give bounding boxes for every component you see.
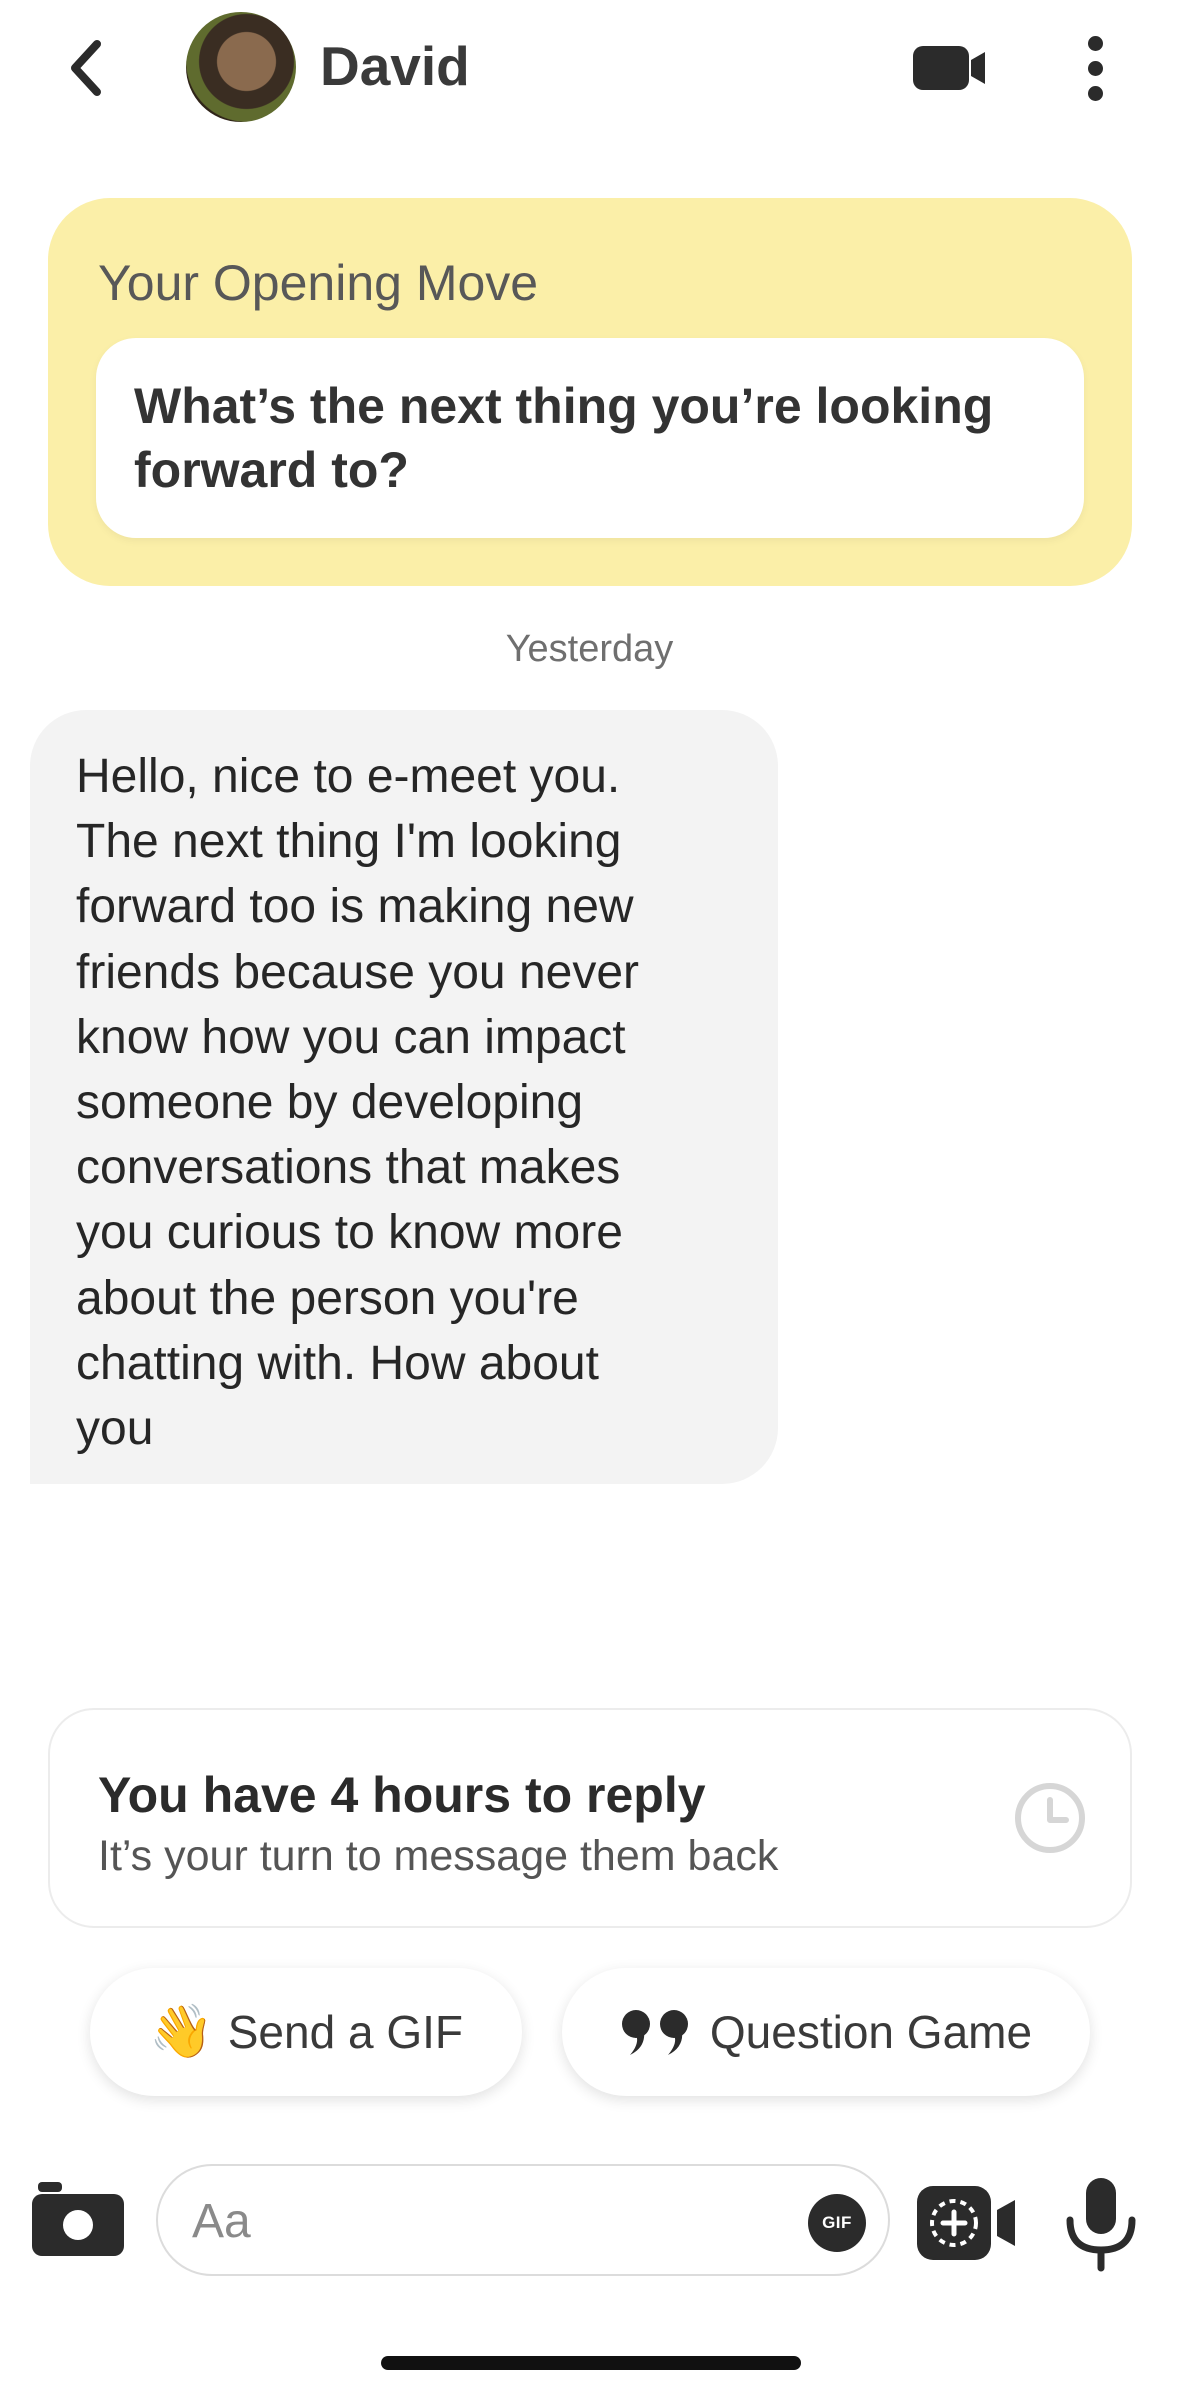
message-bubble[interactable]: Hello, nice to e-meet you. The next thin… xyxy=(30,710,778,1484)
camera-icon xyxy=(32,2182,124,2256)
message-line: friends because you never xyxy=(76,945,640,999)
send-gif-button[interactable]: 👋 Send a GIF xyxy=(90,1968,522,2096)
video-camera-icon xyxy=(913,46,985,90)
contact-name[interactable]: David xyxy=(320,34,470,98)
reply-timer-subtitle: It’s your turn to message them back xyxy=(98,1832,779,1880)
chat-header: David xyxy=(0,0,1179,140)
opening-move-question: What’s the next thing you’re looking for… xyxy=(134,378,994,498)
waving-hand-icon: 👋 xyxy=(149,2003,214,2061)
reply-timer-card: You have 4 hours to reply It’s your turn… xyxy=(48,1708,1132,1928)
message-line: The next thing I'm looking xyxy=(76,815,622,869)
message-line: know how you can impact xyxy=(76,1010,626,1064)
message-text: Hello, nice to e-meet you. The next thin… xyxy=(76,744,766,1461)
message-line: about the person you're xyxy=(76,1271,579,1325)
more-vertical-icon-dot xyxy=(1087,85,1103,101)
home-indicator xyxy=(381,2356,801,2370)
more-vertical-icon-dot xyxy=(1087,60,1103,76)
message-line: conversations that makes xyxy=(76,1141,621,1195)
quote-icon xyxy=(621,2010,688,2055)
message-line: you xyxy=(76,1402,154,1456)
date-divider: Yesterday xyxy=(505,628,674,670)
reply-timer-title: You have 4 hours to reply xyxy=(98,1767,706,1823)
send-gif-label: Send a GIF xyxy=(227,2006,463,2058)
message-line: forward too is making new xyxy=(76,880,634,934)
message-line: you curious to know more xyxy=(76,1206,623,1260)
message-line: chatting with. How about xyxy=(76,1336,599,1390)
clock-icon xyxy=(1015,1783,1085,1853)
chevron-left-icon xyxy=(71,40,101,96)
message-line: Hello, nice to e-meet you. xyxy=(76,750,621,803)
opening-move-title: Your Opening Move xyxy=(98,255,539,311)
camera-button[interactable] xyxy=(30,2180,126,2260)
microphone-button[interactable] xyxy=(1060,2176,1142,2272)
back-button[interactable] xyxy=(50,28,120,108)
avatar[interactable] xyxy=(186,12,296,122)
message-input[interactable]: GIF xyxy=(156,2164,890,2276)
video-note-icon xyxy=(917,2186,1015,2260)
microphone-icon xyxy=(1066,2178,1136,2272)
video-note-button[interactable] xyxy=(915,2180,1027,2266)
message-text-field[interactable] xyxy=(192,2184,732,2258)
question-game-label: Question Game xyxy=(709,2006,1033,2058)
question-game-button[interactable]: Question Game xyxy=(562,1968,1090,2096)
message-line: someone by developing xyxy=(76,1076,584,1130)
opening-move-question-box: What’s the next thing you’re looking for… xyxy=(96,338,1084,538)
more-options-button[interactable] xyxy=(1070,30,1120,106)
opening-move-card: Your Opening Move What’s the next thing … xyxy=(48,198,1132,586)
video-call-button[interactable] xyxy=(905,36,995,100)
more-vertical-icon xyxy=(1087,35,1103,51)
gif-button[interactable]: GIF xyxy=(808,2194,866,2252)
